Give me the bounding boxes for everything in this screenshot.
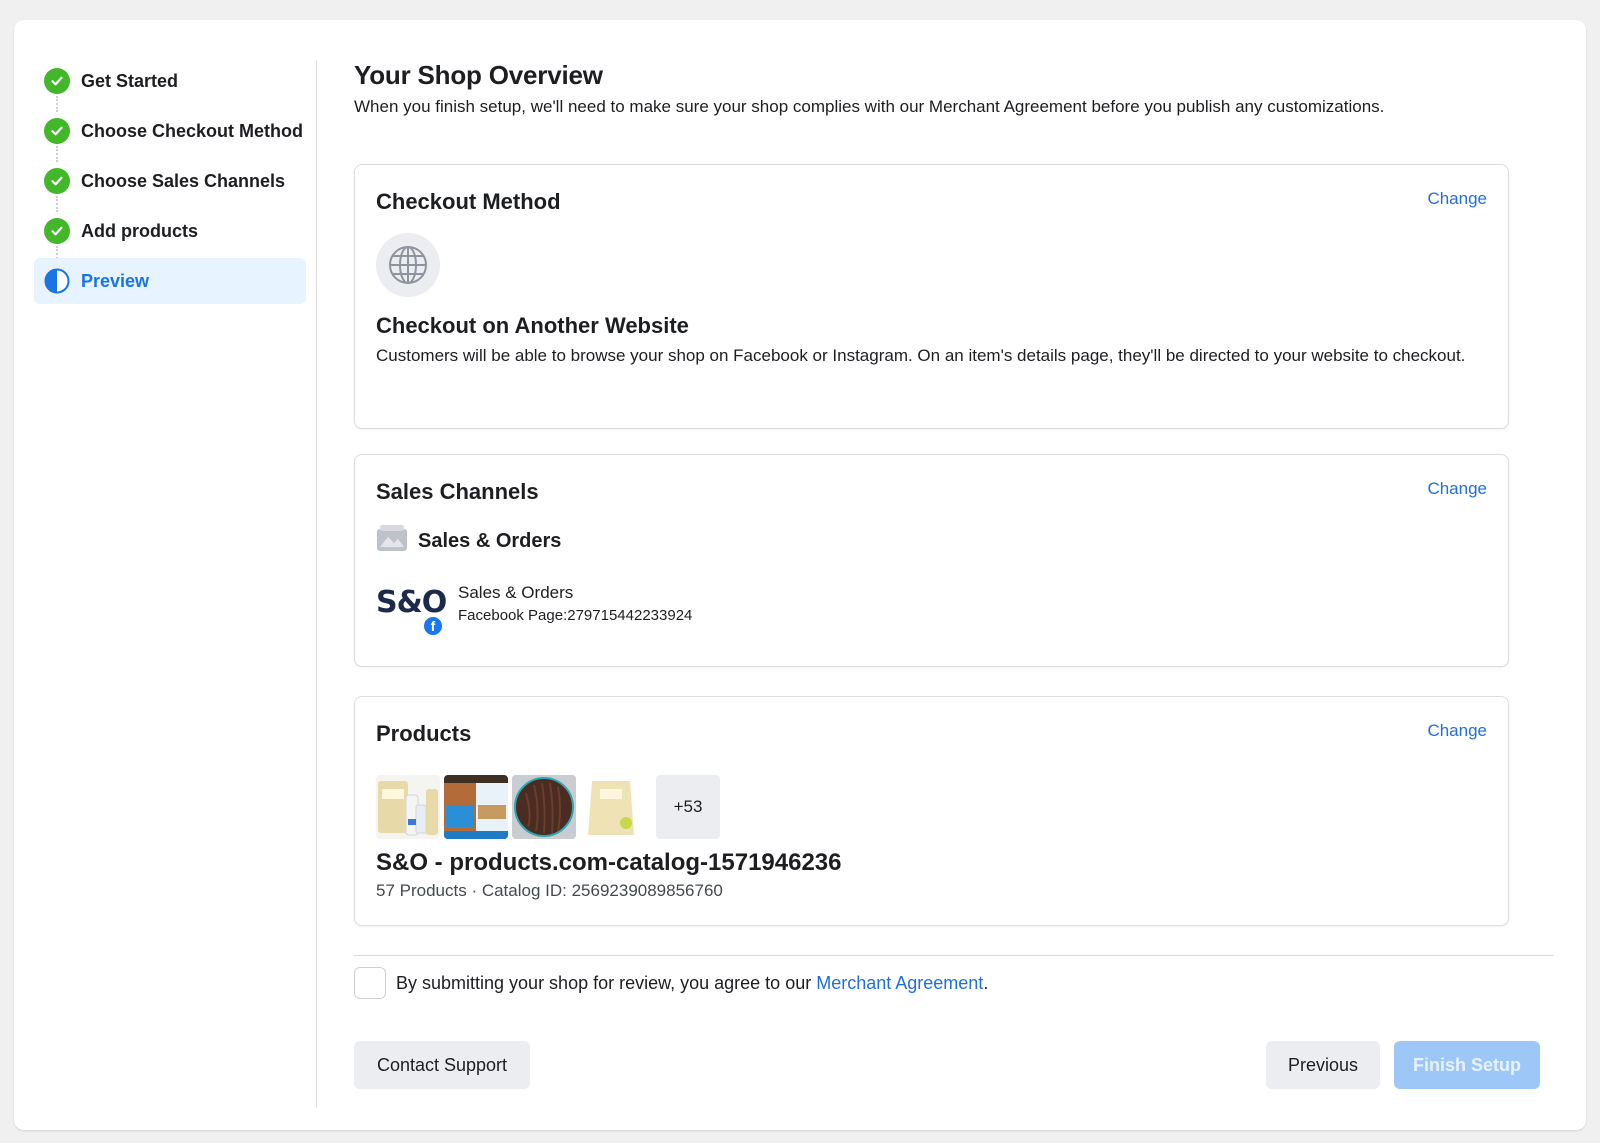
agreement-checkbox[interactable] <box>354 967 386 999</box>
setup-steps-sidebar: Get Started Choose Checkout Method Choos… <box>34 58 306 308</box>
facebook-icon: f <box>422 615 444 637</box>
product-thumbnail <box>512 775 576 839</box>
setup-panel: Get Started Choose Checkout Method Choos… <box>14 20 1586 1130</box>
agreement-text: By submitting your shop for review, you … <box>396 972 817 993</box>
check-icon <box>44 118 70 144</box>
checkout-method-card: Checkout Method Change Checkout on Anoth… <box>354 164 1509 429</box>
merchant-agreement-link[interactable]: Merchant Agreement <box>816 973 983 994</box>
page-avatar: S&O f <box>376 581 447 639</box>
channel-page-id: Facebook Page:279715442233924 <box>458 607 693 624</box>
merchant-agreement-row: By submitting your shop for review, you … <box>354 967 988 999</box>
main-content: Your Shop Overview When you finish setup… <box>354 60 1554 926</box>
shop-icon <box>376 523 408 559</box>
footer-divider <box>354 955 1554 956</box>
contact-support-button[interactable]: Contact Support <box>354 1041 530 1089</box>
step-preview[interactable]: Preview <box>34 258 306 304</box>
catalog-meta: 57 Products · Catalog ID: 25692390898567… <box>376 881 723 900</box>
product-thumbnail <box>444 775 508 839</box>
step-add-products[interactable]: Add products <box>34 208 306 262</box>
step-choose-checkout-method[interactable]: Choose Checkout Method <box>34 108 306 162</box>
sales-channels-card: Sales Channels Change Sales & Orders S&O… <box>354 454 1509 667</box>
checkout-method-description: Customers will be able to browse your sh… <box>376 346 1466 365</box>
check-icon <box>44 68 70 94</box>
more-products-count[interactable]: +53 <box>656 775 720 839</box>
check-icon <box>44 168 70 194</box>
globe-icon <box>376 233 440 297</box>
step-choose-sales-channels[interactable]: Choose Sales Channels <box>34 158 306 212</box>
shop-header: Sales & Orders <box>376 523 561 559</box>
product-thumbnail <box>580 775 644 839</box>
card-title: Products <box>376 721 472 746</box>
change-checkout-method-link[interactable]: Change <box>1427 189 1487 209</box>
check-icon <box>44 218 70 244</box>
products-card: Products Change +53 S&O - products.com-c… <box>354 696 1509 926</box>
card-title: Sales Channels <box>376 479 539 504</box>
previous-button[interactable]: Previous <box>1266 1041 1380 1089</box>
step-label: Add products <box>81 220 198 241</box>
step-label: Choose Sales Channels <box>81 170 286 191</box>
channel-name: Sales & Orders <box>458 583 574 602</box>
step-label: Get Started <box>81 70 179 91</box>
product-thumbnails: +53 <box>376 775 724 839</box>
step-label: Choose Checkout Method <box>81 120 304 141</box>
finish-setup-button[interactable]: Finish Setup <box>1394 1041 1540 1089</box>
step-label: Preview <box>81 270 150 291</box>
change-sales-channels-link[interactable]: Change <box>1427 479 1487 499</box>
change-products-link[interactable]: Change <box>1427 721 1487 741</box>
page-title: Your Shop Overview <box>354 60 603 90</box>
facebook-page-channel: S&O f Sales & Orders Facebook Page:27971… <box>376 581 692 639</box>
agreement-period: . <box>983 972 989 993</box>
shop-name: Sales & Orders <box>418 529 562 552</box>
product-thumbnail <box>376 775 440 839</box>
sidebar-divider <box>316 60 317 1108</box>
step-get-started[interactable]: Get Started <box>34 58 306 112</box>
card-title: Checkout Method <box>376 189 561 214</box>
page-subtitle: When you finish setup, we'll need to mak… <box>354 97 1385 116</box>
half-circle-progress-icon <box>44 268 70 294</box>
catalog-name: S&O - products.com-catalog-1571946236 <box>376 849 842 876</box>
checkout-method-name: Checkout on Another Website <box>376 313 689 338</box>
